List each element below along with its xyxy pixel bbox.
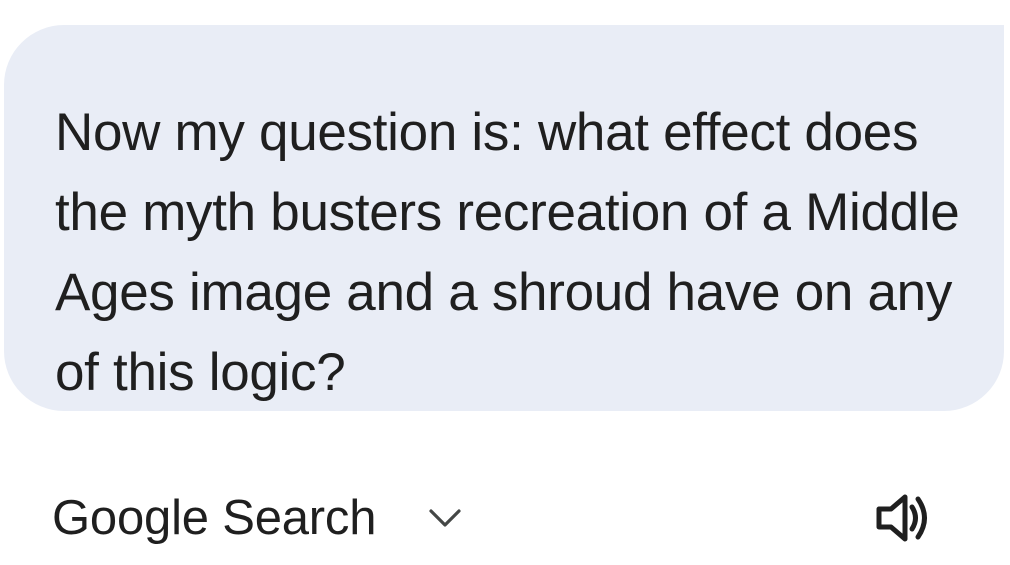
read-aloud-button[interactable] xyxy=(874,494,932,546)
chevron-down-icon xyxy=(428,507,462,529)
google-search-dropdown[interactable]: Google Search xyxy=(52,488,462,548)
source-label: Google Search xyxy=(52,491,377,545)
speaker-icon xyxy=(874,492,932,549)
user-message-bubble: Now my question is: what effect does the… xyxy=(4,25,1004,411)
user-message-text: Now my question is: what effect does the… xyxy=(55,103,960,402)
response-footer: Google Search xyxy=(0,470,1010,565)
